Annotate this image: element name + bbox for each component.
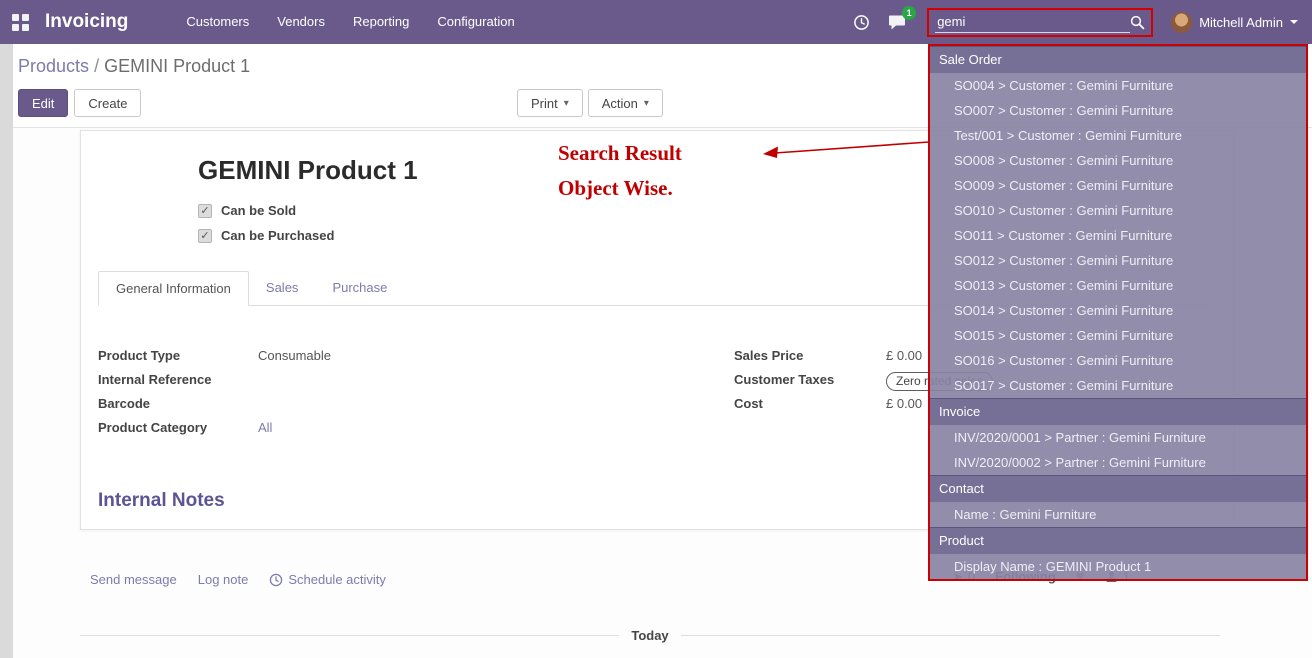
- search-result-item[interactable]: SO017 > Customer : Gemini Furniture: [930, 373, 1306, 398]
- checkbox-label: Can be Purchased: [221, 228, 334, 243]
- apps-menu-icon[interactable]: [12, 14, 29, 31]
- chevron-down-icon: [1290, 20, 1298, 24]
- top-navbar: Invoicing CustomersVendorsReportingConfi…: [0, 0, 1312, 44]
- search-result-item[interactable]: INV/2020/0001 > Partner : Gemini Furnitu…: [930, 425, 1306, 450]
- search-input[interactable]: [935, 12, 1130, 33]
- caret-down-icon: ▾: [564, 98, 569, 109]
- field-label: Customer Taxes: [734, 372, 886, 387]
- caret-down-icon: ▾: [644, 98, 649, 109]
- field-value: Consumable: [258, 348, 331, 363]
- search-results-dropdown: Sale OrderSO004 > Customer : Gemini Furn…: [928, 44, 1308, 581]
- create-button[interactable]: Create: [74, 89, 141, 117]
- schedule-clock-icon: [269, 573, 283, 587]
- breadcrumb-products-link[interactable]: Products: [18, 56, 89, 76]
- field-label: Cost: [734, 396, 886, 411]
- print-label: Print: [531, 96, 558, 111]
- app-name[interactable]: Invoicing: [45, 11, 128, 33]
- search-result-item[interactable]: Name : Gemini Furniture: [930, 502, 1306, 527]
- user-name: Mitchell Admin: [1199, 15, 1283, 30]
- field-row: Internal Reference: [98, 372, 656, 395]
- form-buttons: Edit Create: [18, 89, 141, 117]
- action-buttons: Print ▾ Action ▾: [517, 89, 663, 117]
- field-label: Barcode: [98, 396, 258, 411]
- search-result-item[interactable]: Test/001 > Customer : Gemini Furniture: [930, 123, 1306, 148]
- field-label: Sales Price: [734, 348, 886, 363]
- action-label: Action: [602, 96, 638, 111]
- search-result-item[interactable]: SO015 > Customer : Gemini Furniture: [930, 323, 1306, 348]
- divider-line: [80, 635, 619, 636]
- checkbox[interactable]: ✓: [198, 204, 212, 218]
- messages-icon[interactable]: 1: [888, 13, 907, 31]
- nav-menu-configuration[interactable]: Configuration: [423, 0, 528, 44]
- search-result-item[interactable]: SO010 > Customer : Gemini Furniture: [930, 198, 1306, 223]
- nav-menu-vendors[interactable]: Vendors: [263, 0, 339, 44]
- field-row: Barcode: [98, 396, 656, 419]
- today-divider: Today: [80, 628, 1220, 643]
- breadcrumb: Products / GEMINI Product 1: [18, 56, 250, 77]
- checkbox[interactable]: ✓: [198, 229, 212, 243]
- annotation-line-1: Search Result: [558, 136, 682, 171]
- action-dropdown-button[interactable]: Action ▾: [588, 89, 663, 117]
- print-dropdown-button[interactable]: Print ▾: [517, 89, 583, 117]
- tab-sales[interactable]: Sales: [249, 271, 316, 306]
- fields-left-column: Product TypeConsumableInternal Reference…: [98, 348, 656, 444]
- annotation-text: Search Result Object Wise.: [558, 136, 682, 206]
- tab-purchase[interactable]: Purchase: [315, 271, 404, 306]
- annotation-line-2: Object Wise.: [558, 171, 682, 206]
- search-result-item[interactable]: INV/2020/0002 > Partner : Gemini Furnitu…: [930, 450, 1306, 475]
- navbar-search-box: [927, 8, 1153, 37]
- breadcrumb-separator: /: [94, 56, 99, 76]
- search-result-item[interactable]: SO014 > Customer : Gemini Furniture: [930, 298, 1306, 323]
- search-result-item[interactable]: SO009 > Customer : Gemini Furniture: [930, 173, 1306, 198]
- edit-button[interactable]: Edit: [18, 89, 68, 117]
- avatar: [1171, 12, 1192, 33]
- messages-badge: 1: [902, 6, 916, 20]
- field-value[interactable]: All: [258, 420, 272, 435]
- field-row: Product CategoryAll: [98, 420, 656, 443]
- search-group-invoice: Invoice: [930, 398, 1306, 425]
- nav-menu: CustomersVendorsReportingConfiguration: [172, 0, 528, 44]
- search-result-item[interactable]: SO011 > Customer : Gemini Furniture: [930, 223, 1306, 248]
- user-menu[interactable]: Mitchell Admin: [1171, 12, 1298, 33]
- search-group-sale-order: Sale Order: [930, 46, 1306, 73]
- field-value: £ 0.00: [886, 348, 922, 363]
- send-message-link[interactable]: Send message: [90, 572, 177, 587]
- breadcrumb-current: GEMINI Product 1: [104, 56, 250, 76]
- annotation-arrow: [757, 131, 935, 165]
- field-label: Product Category: [98, 420, 258, 435]
- search-result-item[interactable]: SO012 > Customer : Gemini Furniture: [930, 248, 1306, 273]
- search-result-item[interactable]: SO004 > Customer : Gemini Furniture: [930, 73, 1306, 98]
- field-value: £ 0.00: [886, 396, 922, 411]
- search-result-item[interactable]: SO016 > Customer : Gemini Furniture: [930, 348, 1306, 373]
- search-result-item[interactable]: SO008 > Customer : Gemini Furniture: [930, 148, 1306, 173]
- search-icon[interactable]: [1130, 15, 1145, 30]
- left-gutter: [0, 44, 13, 658]
- field-row: Product TypeConsumable: [98, 348, 656, 371]
- chatter-toolbar: Send message Log note Schedule activity: [90, 572, 386, 587]
- navbar-systray: 1 Mitchell Admin: [835, 8, 1298, 37]
- search-group-contact: Contact: [930, 475, 1306, 502]
- field-label: Product Type: [98, 348, 258, 363]
- search-result-item[interactable]: SO007 > Customer : Gemini Furniture: [930, 98, 1306, 123]
- log-note-link[interactable]: Log note: [198, 572, 249, 587]
- search-result-item[interactable]: Display Name : GEMINI Product 1: [930, 554, 1306, 579]
- activities-clock-icon[interactable]: [853, 14, 870, 31]
- field-label: Internal Reference: [98, 372, 258, 387]
- nav-menu-customers[interactable]: Customers: [172, 0, 263, 44]
- search-group-product: Product: [930, 527, 1306, 554]
- checkbox-label: Can be Sold: [221, 203, 296, 218]
- search-result-item[interactable]: SO013 > Customer : Gemini Furniture: [930, 273, 1306, 298]
- nav-menu-reporting[interactable]: Reporting: [339, 0, 423, 44]
- schedule-activity-label: Schedule activity: [288, 572, 386, 587]
- schedule-activity-link[interactable]: Schedule activity: [269, 572, 386, 587]
- tab-general-information[interactable]: General Information: [98, 271, 249, 306]
- today-label: Today: [631, 628, 668, 643]
- divider-line: [681, 635, 1220, 636]
